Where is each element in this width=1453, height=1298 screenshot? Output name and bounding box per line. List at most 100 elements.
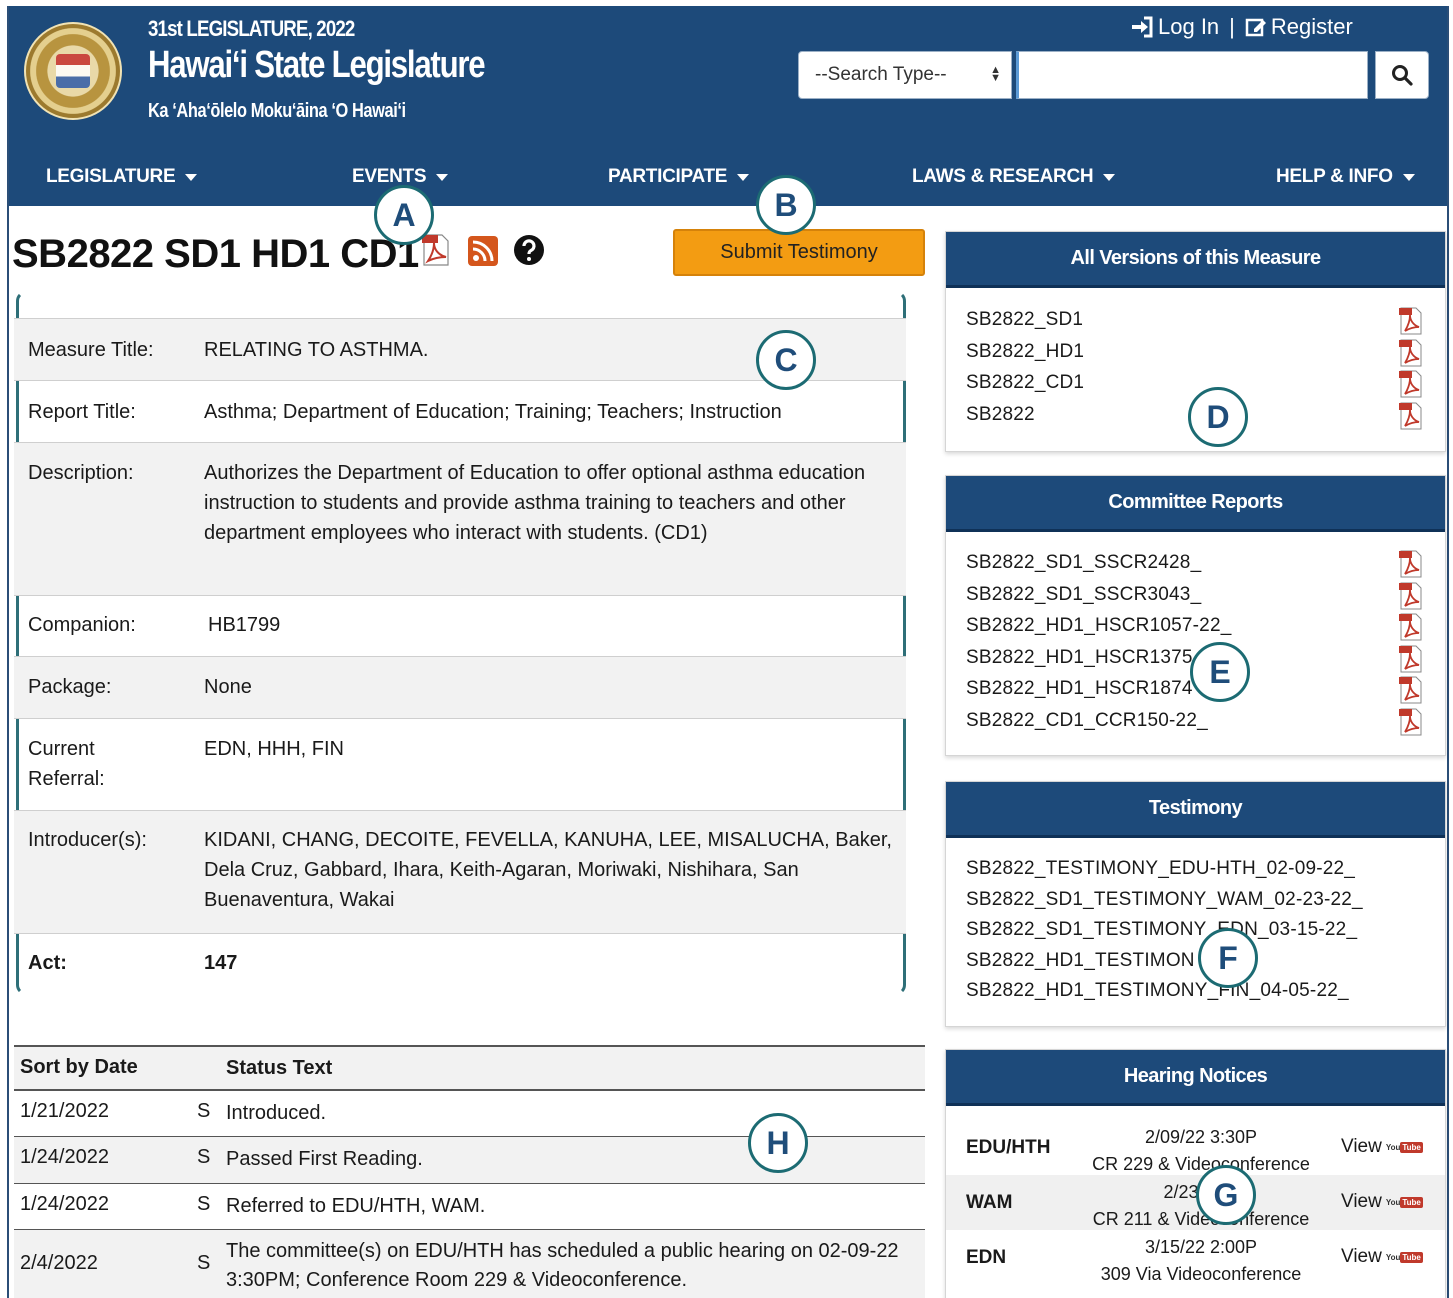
view-label: View: [1341, 1136, 1382, 1157]
detail-value: None: [204, 676, 252, 698]
version-link[interactable]: SB2822_SD1: [966, 309, 1083, 330]
submit-testimony-button[interactable]: Submit Testimony: [673, 229, 925, 276]
testimony-item[interactable]: SB2822_HD1_TESTIMONY_FIN_04-05-22_: [966, 975, 1425, 1006]
committee-report-item[interactable]: SB2822_CD1_CCR150-22_: [966, 705, 1425, 737]
act-link[interactable]: 147: [204, 948, 906, 978]
testimony-link[interactable]: SB2822_SD1_TESTIMONY_EDN_03-15-22_: [966, 919, 1357, 940]
detail-row-description: Description: Authorizes the Department o…: [14, 442, 906, 595]
detail-row-package: Package: None: [14, 656, 906, 718]
committee-report-link[interactable]: SB2822_SD1_SSCR2428_: [966, 552, 1201, 573]
detail-row-introducers: Introducer(s): KIDANI, CHANG, DECOITE, F…: [14, 810, 906, 933]
marker-a: A: [374, 185, 434, 245]
detail-label: Report Title:: [28, 401, 136, 423]
detail-row-companion: Companion: HB1799: [14, 595, 906, 656]
hearing-row: EDN 3/15/22 2:00P 309 Via Videoconferenc…: [946, 1230, 1445, 1285]
rss-icon[interactable]: [468, 236, 498, 271]
view-hearing-link[interactable]: View You Tube: [1341, 1246, 1423, 1268]
status-date: 2/4/2022: [20, 1252, 98, 1274]
marker-g: G: [1196, 1165, 1256, 1225]
hearing-committee: EDN: [966, 1247, 1007, 1268]
detail-value: KIDANI, CHANG, DECOITE, FEVELLA, KANUHA,…: [204, 829, 892, 911]
status-chamber: S: [197, 1252, 211, 1274]
committee-report-link[interactable]: SB2822_CD1_CCR150-22_: [966, 710, 1208, 731]
pdf-icon[interactable]: [420, 233, 452, 272]
version-item[interactable]: SB2822_HD1: [966, 336, 1425, 368]
committee-reports-list: SB2822_SD1_SSCR2428_ SB2822_SD1_SSCR3043…: [946, 532, 1445, 736]
committee-report-link[interactable]: SB2822_SD1_SSCR3043_: [966, 584, 1201, 605]
detail-label: Description:: [28, 462, 134, 484]
hearing-datetime: 2/09/22 3:30P CR 229 & Videoconference: [1056, 1124, 1346, 1178]
hearing-date: 3/15/22 2:00P: [1144, 1237, 1258, 1257]
hearing-committee: WAM: [966, 1192, 1013, 1213]
status-chamber: S: [197, 1146, 211, 1168]
hearing-room: 309 Via Videoconference: [1100, 1264, 1302, 1284]
detail-row-current-referral: Current Referral: EDN, HHH, FIN: [14, 718, 906, 810]
youtube-icon[interactable]: You Tube: [1386, 1196, 1423, 1208]
testimony-link[interactable]: SB2822_HD1_TESTIMONY_FIN_04-05-22_: [966, 980, 1349, 1001]
testimony-link[interactable]: SB2822_TESTIMONY_EDU-HTH_02-09-22_: [966, 858, 1355, 879]
testimony-item[interactable]: SB2822_TESTIMONY_EDU-HTH_02-09-22_: [966, 853, 1425, 884]
pdf-icon[interactable]: [1397, 708, 1425, 747]
testimony-link[interactable]: SB2822_SD1_TESTIMONY_WAM_02-23-22_: [966, 889, 1363, 910]
committee-report-item[interactable]: SB2822_SD1_SSCR3043_: [966, 579, 1425, 611]
sort-by-date-header[interactable]: Sort by Date: [20, 1056, 138, 1079]
status-chamber: S: [197, 1193, 211, 1215]
committee-report-item[interactable]: SB2822_HD1_HSCR1057-22_: [966, 610, 1425, 642]
testimony-item[interactable]: SB2822_SD1_TESTIMONY_WAM_02-23-22_: [966, 884, 1425, 915]
testimony-list: SB2822_TESTIMONY_EDU-HTH_02-09-22_ SB282…: [946, 838, 1445, 1006]
status-chamber: S: [197, 1100, 211, 1122]
companion-link[interactable]: HB1799: [208, 610, 910, 640]
measure-title: SB2822 SD1 HD1 CD1: [12, 232, 419, 276]
version-item[interactable]: SB2822_CD1: [966, 367, 1425, 399]
marker-c: C: [756, 330, 816, 390]
version-link[interactable]: SB2822_HD1: [966, 341, 1084, 362]
hearing-datetime: 3/15/22 2:00P 309 Via Videoconference: [1056, 1234, 1346, 1288]
marker-d: D: [1188, 387, 1248, 447]
detail-label: Measure Title:: [28, 339, 154, 361]
view-hearing-link[interactable]: View You Tube: [1341, 1136, 1423, 1158]
hearing-room: CR 229 & Videoconference: [1092, 1154, 1310, 1174]
view-hearing-link[interactable]: View You Tube: [1341, 1191, 1423, 1213]
measure-details-table: Measure Title: RELATING TO ASTHMA. Repor…: [14, 318, 906, 991]
hearing-notices-panel-title: Hearing Notices: [946, 1050, 1445, 1106]
status-text: The committee(s) on EDU/HTH has schedule…: [226, 1240, 899, 1291]
pdf-icon[interactable]: [1397, 402, 1425, 441]
versions-panel-title: All Versions of this Measure: [946, 232, 1445, 288]
committee-reports-panel: Committee Reports SB2822_SD1_SSCR2428_ S…: [945, 475, 1446, 756]
marker-f: F: [1198, 928, 1258, 988]
help-icon[interactable]: [513, 234, 545, 271]
marker-e: E: [1190, 642, 1250, 702]
version-link[interactable]: SB2822: [966, 404, 1035, 425]
committee-report-link[interactable]: SB2822_HD1_HSCR1874: [966, 678, 1193, 699]
status-date: 1/21/2022: [20, 1100, 109, 1122]
hearing-notices-panel: Hearing Notices EDU/HTH 2/09/22 3:30P CR…: [945, 1049, 1446, 1298]
version-link[interactable]: SB2822_CD1: [966, 372, 1084, 393]
status-date: 1/24/2022: [20, 1146, 109, 1168]
testimony-link[interactable]: SB2822_HD1_TESTIMON: [966, 950, 1195, 971]
youtube-icon[interactable]: You Tube: [1386, 1251, 1423, 1263]
committee-reports-panel-title: Committee Reports: [946, 476, 1445, 532]
testimony-item[interactable]: SB2822_SD1_TESTIMONY_EDN_03-15-22_: [966, 914, 1425, 945]
hearing-row: EDU/HTH 2/09/22 3:30P CR 229 & Videoconf…: [946, 1120, 1445, 1175]
version-item[interactable]: SB2822_SD1: [966, 304, 1425, 336]
status-date: 1/24/2022: [20, 1193, 109, 1215]
detail-value: Authorizes the Department of Education t…: [204, 462, 866, 544]
committee-report-link[interactable]: SB2822_HD1_HSCR1057-22_: [966, 615, 1232, 636]
status-text-header: Status Text: [226, 1057, 333, 1079]
table-row: 1/24/2022 S Referred to EDU/HTH, WAM.: [14, 1184, 925, 1230]
detail-label: Companion:: [28, 614, 136, 636]
committee-report-item[interactable]: SB2822_SD1_SSCR2428_: [966, 547, 1425, 579]
committee-report-link[interactable]: SB2822_HD1_HSCR1375: [966, 647, 1193, 668]
detail-label: Current Referral:: [28, 738, 105, 790]
detail-row-act: Act: 147: [14, 933, 906, 991]
table-row: 2/4/2022 S The committee(s) on EDU/HTH h…: [14, 1230, 925, 1298]
hearing-committee: EDU/HTH: [966, 1137, 1051, 1158]
status-text: Introduced.: [226, 1102, 327, 1124]
testimony-item[interactable]: SB2822_HD1_TESTIMON: [966, 945, 1425, 976]
detail-row-report-title: Report Title: Asthma; Department of Educ…: [14, 380, 906, 442]
detail-label: Act:: [28, 952, 67, 974]
status-table-header: Sort by Date Status Text: [14, 1045, 925, 1091]
marker-b: B: [756, 175, 816, 235]
youtube-icon[interactable]: You Tube: [1386, 1141, 1423, 1153]
status-table: Sort by Date Status Text 1/21/2022 S Int…: [14, 1045, 925, 1298]
